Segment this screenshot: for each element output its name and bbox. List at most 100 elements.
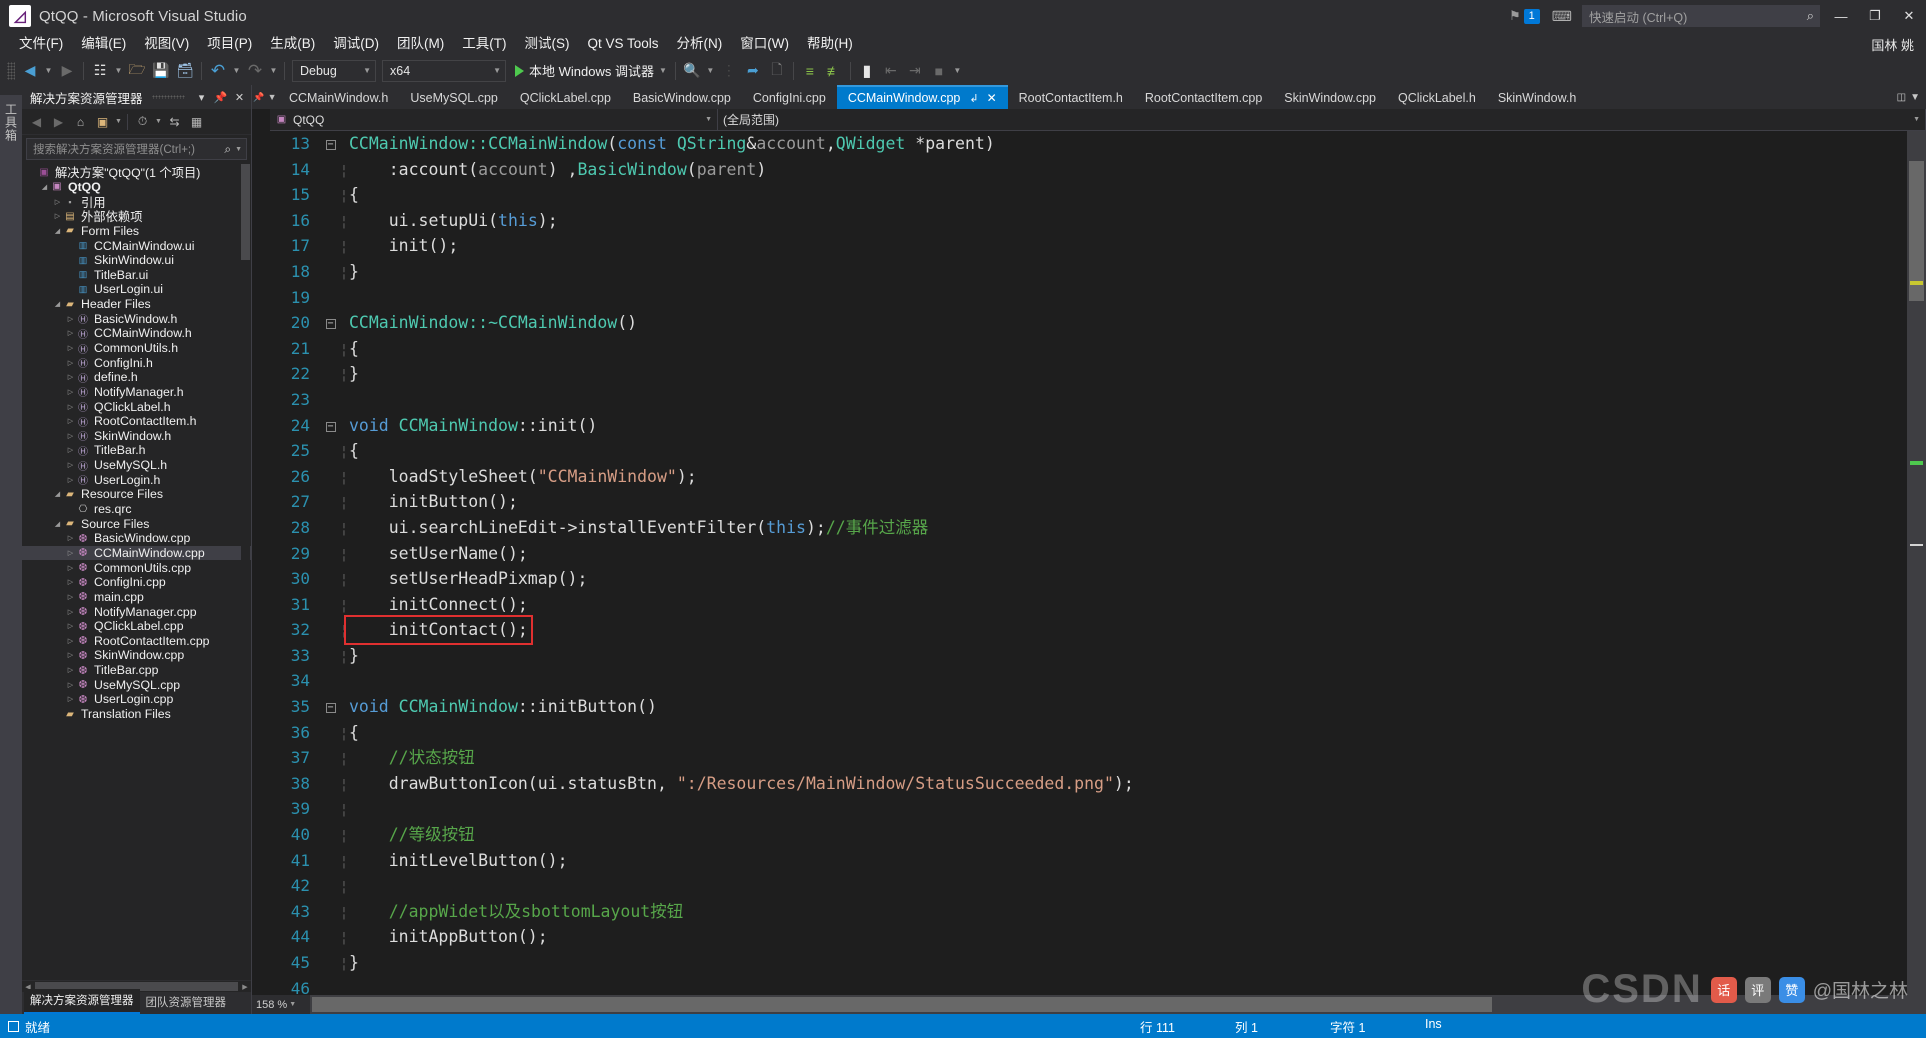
navigate-backward-caret[interactable]: ▼ <box>42 59 55 83</box>
expand-arrow-open-icon[interactable]: ◢ <box>39 183 50 191</box>
show-all-files-caret[interactable]: ▼ <box>114 118 123 125</box>
expand-arrow-closed-icon[interactable]: ▷ <box>65 388 76 396</box>
code-line[interactable]: 32 ¦ initContact(); <box>270 615 1926 645</box>
tree-item[interactable]: ▥ UserLogin.ui <box>22 282 251 297</box>
tree-item[interactable]: ▷ ❆ BasicWindow.cpp <box>22 531 251 546</box>
menu-analyze[interactable]: 分析(N) <box>668 33 732 55</box>
code-line[interactable]: 27 ¦ initButton(); <box>270 489 1926 515</box>
pending-changes-caret[interactable]: ▼ <box>154 118 163 125</box>
save-all-icon[interactable]: 🗃 <box>173 59 197 83</box>
tab-team-explorer[interactable]: 团队资源管理器 <box>140 991 233 1014</box>
solution-tree[interactable]: ▣ 解决方案"QtQQ"(1 个项目) ◢ ▣ QtQQ ▷ ▪ 引用 ▷ ▤ 外部依赖项 ◢ ▰ For… <box>22 162 251 980</box>
tab-overflow-icon[interactable]: ▼ <box>1910 92 1920 103</box>
tree-item[interactable]: ▷ ❆ UserLogin.cpp <box>22 692 251 707</box>
panel-menu-icon[interactable]: ▾ <box>194 91 209 104</box>
tree-item[interactable]: ▷ Ⓗ BasicWindow.h <box>22 311 251 327</box>
search-icon[interactable]: ⌕ <box>224 142 231 157</box>
find-icon[interactable]: 🔍 <box>680 59 704 83</box>
expand-arrow-closed-icon[interactable]: ▷ <box>52 212 63 220</box>
expand-arrow-closed-icon[interactable]: ▷ <box>65 681 76 689</box>
tree-item[interactable]: ▷ Ⓗ CCMainWindow.h <box>22 326 251 341</box>
feedback-icon[interactable]: ⌨ <box>1552 8 1572 25</box>
se-back-icon[interactable]: ◀ <box>26 111 47 132</box>
menu-file[interactable]: 文件(F) <box>10 33 72 55</box>
expand-arrow-closed-icon[interactable]: ▷ <box>65 344 76 352</box>
navigate-backward-icon[interactable]: ◀ <box>18 59 42 83</box>
navbar-project-combo[interactable]: ▣ QtQQ ▼ <box>270 108 718 131</box>
hscroll-right-arrow[interactable]: ▶ <box>239 983 251 991</box>
expand-arrow-closed-icon[interactable]: ▷ <box>65 329 76 337</box>
tree-item[interactable]: ▷ Ⓗdefine.h <box>22 370 251 385</box>
code-line[interactable]: 19 <box>270 285 1926 311</box>
menu-window[interactable]: 窗口(W) <box>731 33 798 55</box>
expand-arrow-closed-icon[interactable]: ▷ <box>65 666 76 674</box>
solution-platform-combo[interactable]: x64 ▼ <box>382 59 506 82</box>
expand-arrow-closed-icon[interactable]: ▷ <box>65 578 76 586</box>
menu-test[interactable]: 测试(S) <box>516 33 579 55</box>
code-line[interactable]: 42 ¦ <box>270 873 1926 899</box>
toolbar-overflow-caret[interactable]: ▼ <box>951 59 964 83</box>
panel-close-icon[interactable]: ✕ <box>232 91 247 104</box>
code-line[interactable]: 31 ¦ initConnect(); <box>270 592 1926 618</box>
pin-icon[interactable]: 📌 <box>253 92 264 103</box>
editor-tab[interactable]: CCMainWindow.cpp ↲ ✕ <box>836 85 1008 109</box>
code-line[interactable]: 14 ¦ :account(account) ,BasicWindow(paren… <box>270 157 1926 183</box>
tree-item[interactable]: ▷ ❆ UseMySQL.cpp <box>22 677 251 692</box>
code-line[interactable]: 38 ¦ drawButtonIcon(ui.statusBtn, ":/Reso… <box>270 771 1926 797</box>
scrollbar-thumb[interactable] <box>241 164 250 260</box>
editor-tab[interactable]: ConfigIni.cpp <box>742 85 837 109</box>
tree-item[interactable]: ▷ ❆ TitleBar.cpp <box>22 663 251 678</box>
fold-collapse-icon[interactable]: − <box>322 312 339 338</box>
split-view-icon[interactable]: ◫ <box>1897 92 1906 103</box>
expand-arrow-closed-icon[interactable]: ▷ <box>65 359 76 367</box>
tree-item[interactable]: ▣ 解决方案"QtQQ"(1 个项目) <box>22 165 251 180</box>
undo-caret[interactable]: ▼ <box>230 59 243 83</box>
tree-item[interactable]: ▥ SkinWindow.ui <box>22 253 251 268</box>
outdent-icon[interactable]: ≢ <box>822 59 846 83</box>
navigate-forward-icon[interactable]: ▶ <box>55 59 79 83</box>
code-line[interactable]: 24− void CCMainWindow::init() <box>270 413 1926 439</box>
expand-arrow-closed-icon[interactable]: ▷ <box>65 593 76 601</box>
expand-arrow-closed-icon[interactable]: ▷ <box>65 695 76 703</box>
code-line[interactable]: 34 <box>270 668 1926 694</box>
show-all-files-icon[interactable]: ▣ <box>92 111 113 132</box>
scrollbar-thumb[interactable] <box>1909 161 1924 301</box>
code-line[interactable]: 40 ¦ //等级按钮 <box>270 822 1926 848</box>
code-line[interactable]: 43 ¦ //appWidet以及sbottomLayout按钮 <box>270 899 1926 925</box>
code-line[interactable]: 36 ¦{ <box>270 720 1926 746</box>
bookmark-icon[interactable]: ▮ <box>855 59 879 83</box>
chevron-down-icon[interactable]: ▼ <box>268 92 277 102</box>
expand-arrow-closed-icon[interactable]: ▷ <box>65 651 76 659</box>
tree-item[interactable]: ▷ ❆ NotifyManager.cpp <box>22 604 251 619</box>
tree-item[interactable]: ▷ Ⓗ TitleBar.h <box>22 443 251 458</box>
close-button[interactable]: ✕ <box>1892 0 1926 32</box>
editor-tab[interactable]: BasicWindow.cpp <box>622 85 742 109</box>
code-line[interactable]: 28 ¦ ui.searchLineEdit->installEventFilte… <box>270 515 1926 541</box>
code-line[interactable]: 15 ¦{ <box>270 182 1926 208</box>
quick-launch-input[interactable]: 快速启动 (Ctrl+Q) ⌕ <box>1582 5 1820 27</box>
tree-item[interactable]: ▷ ❆ QClickLabel.cpp <box>22 619 251 634</box>
minimize-button[interactable]: — <box>1824 0 1858 32</box>
tree-item[interactable]: ▷ Ⓗ UserLogin.h <box>22 472 251 488</box>
expand-arrow-closed-icon[interactable]: ▷ <box>65 534 76 542</box>
editor-tab[interactable]: CCMainWindow.h <box>278 85 399 109</box>
fold-collapse-icon[interactable]: − <box>322 133 339 159</box>
expand-arrow-closed-icon[interactable]: ▷ <box>65 622 76 630</box>
expand-arrow-closed-icon[interactable]: ▷ <box>65 461 76 469</box>
select-element-icon[interactable]: ➦ <box>741 59 765 83</box>
code-line[interactable]: 30 ¦ setUserHeadPixmap(); <box>270 566 1926 592</box>
tree-item[interactable]: ▷ Ⓗ SkinWindow.h <box>22 429 251 444</box>
navbar-scope-combo[interactable]: (全局范围) ▼ <box>718 108 1926 131</box>
expand-arrow-closed-icon[interactable]: ▷ <box>65 403 76 411</box>
copy-icon[interactable]: 🗋 <box>765 59 789 83</box>
scrollbar-thumb[interactable] <box>312 997 1492 1013</box>
open-file-icon[interactable]: 🗁 <box>125 59 149 83</box>
tree-item[interactable]: ▰ Translation Files <box>22 707 251 722</box>
editor-tab[interactable]: RootContactItem.h <box>1008 85 1134 109</box>
redo-icon[interactable]: ↷ <box>243 59 267 83</box>
menu-team[interactable]: 团队(M) <box>388 33 453 55</box>
search-options-caret[interactable]: ▼ <box>235 146 242 153</box>
solution-explorer-search-input[interactable]: 搜索解决方案资源管理器(Ctrl+;) ⌕ ▼ <box>26 138 247 160</box>
expand-arrow-closed-icon[interactable]: ▷ <box>65 446 76 454</box>
solution-configuration-combo[interactable]: Debug ▼ <box>292 59 376 82</box>
